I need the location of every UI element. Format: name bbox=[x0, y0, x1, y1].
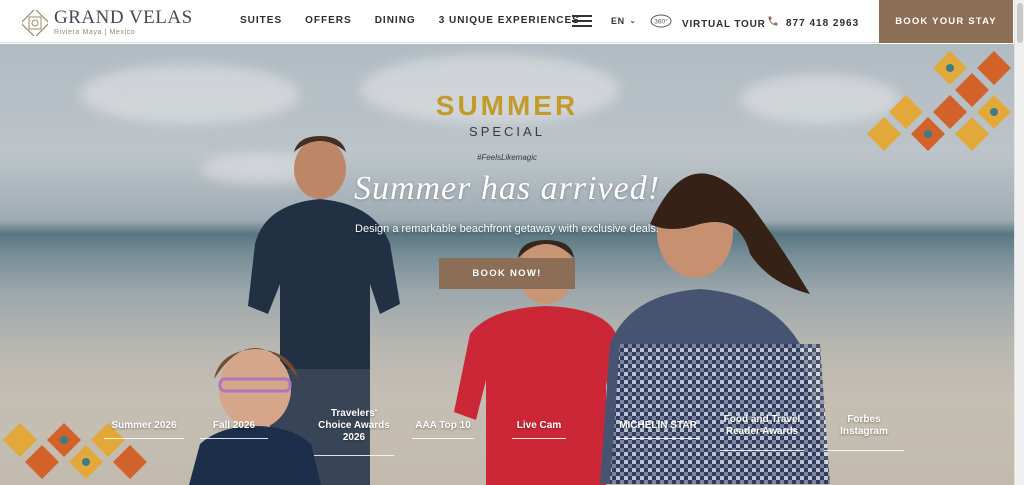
brand-name: GRAND VELAS bbox=[54, 7, 193, 28]
award-underline bbox=[824, 450, 904, 451]
phone-icon bbox=[767, 14, 779, 32]
award-label: Travelers' Choice Awards 2026 bbox=[318, 408, 390, 443]
award-underline bbox=[512, 438, 566, 439]
page-scrollbar[interactable] bbox=[1014, 0, 1024, 485]
language-label: EN bbox=[611, 16, 625, 26]
brand-logo[interactable]: GRAND VELAS Riviera Maya | Mexico bbox=[20, 7, 193, 38]
award-link-summer-2026[interactable]: Summer 2026 bbox=[104, 420, 184, 439]
brand-subtitle: Riviera Maya | Mexico bbox=[54, 29, 136, 36]
award-label: Fall 2026 bbox=[212, 420, 256, 431]
award-label: Food and Travel Reader Awards bbox=[723, 414, 801, 437]
awards-bar: Summer 2026 Fall 2026 Travelers' Choice … bbox=[0, 404, 1014, 464]
hero-headline: Summer has arrived! bbox=[353, 170, 661, 207]
hero-banner: SUMMER SPECIAL #FeelsLikemagic Summer ha… bbox=[0, 44, 1014, 485]
virtual-tour-label: VIRTUAL TOUR bbox=[682, 19, 766, 30]
award-underline bbox=[104, 438, 184, 439]
book-now-button[interactable]: BOOK NOW! bbox=[439, 258, 575, 289]
site-header: GRAND VELAS Riviera Maya | Mexico SUITES… bbox=[0, 0, 1024, 43]
award-link-forbes-instagram[interactable]: Forbes Instagram bbox=[824, 414, 904, 451]
promo-subtitle: SPECIAL bbox=[469, 124, 545, 139]
award-label: Forbes Instagram bbox=[840, 414, 888, 437]
virtual-tour-link[interactable]: 360° VIRTUAL TOUR bbox=[650, 14, 766, 33]
hero-subheadline: Design a remarkable beachfront getaway w… bbox=[355, 223, 659, 235]
award-label: Summer 2026 bbox=[111, 420, 177, 431]
award-underline bbox=[412, 438, 474, 439]
award-link-michelin-star[interactable]: MICHELIN STAR bbox=[616, 420, 700, 439]
award-label: Live Cam bbox=[516, 420, 562, 431]
award-underline bbox=[616, 438, 700, 439]
language-selector[interactable]: EN ⌄ bbox=[611, 16, 636, 26]
nav-item-offers[interactable]: OFFERS bbox=[305, 15, 352, 26]
award-underline bbox=[200, 438, 268, 439]
scrollbar-thumb[interactable] bbox=[1017, 3, 1023, 43]
award-underline bbox=[314, 455, 394, 456]
award-label: MICHELIN STAR bbox=[619, 420, 697, 431]
award-link-food-travel[interactable]: Food and Travel Reader Awards bbox=[720, 414, 804, 451]
chevron-down-icon: ⌄ bbox=[629, 18, 637, 25]
award-link-travelers-choice[interactable]: Travelers' Choice Awards 2026 bbox=[314, 408, 394, 456]
nav-item-dining[interactable]: DINING bbox=[375, 15, 416, 26]
nav-item-experiences[interactable]: 3 UNIQUE EXPERIENCES bbox=[439, 15, 580, 26]
hamburger-menu-icon[interactable] bbox=[572, 15, 592, 27]
award-link-live-cam[interactable]: Live Cam bbox=[512, 420, 566, 439]
book-your-stay-button[interactable]: BOOK YOUR STAY bbox=[879, 0, 1013, 43]
phone-link[interactable]: 877 418 2963 bbox=[767, 14, 859, 32]
award-link-fall-2026[interactable]: Fall 2026 bbox=[200, 420, 268, 439]
award-label: AAA Top 10 bbox=[415, 420, 471, 431]
360-tour-icon: 360° bbox=[650, 14, 672, 33]
main-nav: SUITES OFFERS DINING 3 UNIQUE EXPERIENCE… bbox=[240, 15, 603, 26]
award-underline bbox=[720, 450, 804, 451]
svg-text:360°: 360° bbox=[654, 18, 668, 26]
award-link-aaa-top-10[interactable]: AAA Top 10 bbox=[412, 420, 474, 439]
logo-emblem-icon bbox=[20, 7, 50, 38]
promo-title: SUMMER bbox=[435, 90, 579, 121]
nav-item-suites[interactable]: SUITES bbox=[240, 15, 282, 26]
hashtag-tagline: #FeelsLikemagic bbox=[476, 153, 538, 162]
phone-number: 877 418 2963 bbox=[786, 17, 860, 29]
